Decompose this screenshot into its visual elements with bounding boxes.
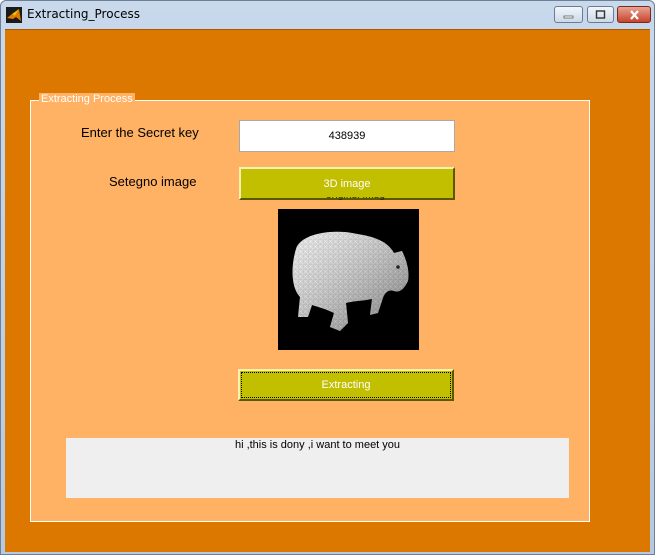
window: Extracting_Process Extracting Process En… xyxy=(0,0,655,555)
stego-image-label: Setegno image xyxy=(109,174,197,189)
panel-title: Extracting Process xyxy=(39,93,135,106)
minimize-button[interactable] xyxy=(554,6,583,23)
close-icon xyxy=(618,7,650,22)
3d-image-button[interactable]: 3D image xyxy=(239,167,455,200)
extracting-panel: Extracting Process Enter the Secret key … xyxy=(30,93,590,522)
hidden-axes-title: original image xyxy=(326,197,386,201)
title-bar[interactable]: Extracting_Process xyxy=(1,1,654,29)
secret-key-label: Enter the Secret key xyxy=(81,125,199,140)
secret-key-input[interactable] xyxy=(239,120,455,152)
matlab-icon xyxy=(6,7,22,23)
window-title: Extracting_Process xyxy=(27,7,141,21)
maximize-icon xyxy=(588,7,613,22)
extracting-button[interactable]: Extracting xyxy=(238,369,454,401)
extracted-message-text: hi ,this is dony ,i want to meet you xyxy=(66,438,569,498)
minimize-icon xyxy=(555,7,582,22)
close-button[interactable] xyxy=(617,6,651,23)
3d-bear-model-icon xyxy=(278,209,419,350)
maximize-button[interactable] xyxy=(587,6,614,23)
figure-area: Extracting Process Enter the Secret key … xyxy=(5,29,650,552)
